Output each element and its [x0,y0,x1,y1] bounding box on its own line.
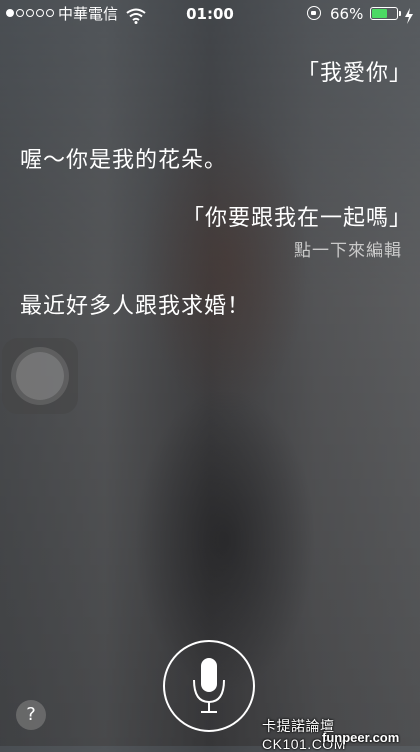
charging-icon [404,5,414,33]
siri-microphone-button[interactable] [163,640,255,732]
assistive-touch-button[interactable] [2,338,78,414]
rotation-lock-icon [307,6,321,20]
help-button[interactable]: ? [16,700,46,730]
siri-response: 最近好多人跟我求婚！ [20,294,251,319]
microphone-icon [193,658,225,713]
battery-level-fill [372,9,387,18]
battery-icon [370,7,401,20]
battery-percentage: 66% [330,5,364,23]
watermark-site: funpeer.com [322,730,400,745]
status-bar: 中華電信 01:00 66% [0,0,420,28]
assistive-touch-icon [16,352,64,400]
siri-response: 喔～你是我的花朵。 [20,148,228,173]
tap-to-edit-hint[interactable]: 點一下來編輯 [294,236,402,261]
user-query-bubble[interactable]: 「你要跟我在一起嗎」 [182,200,412,232]
user-query-bubble[interactable]: 「我愛你」 [297,55,412,87]
